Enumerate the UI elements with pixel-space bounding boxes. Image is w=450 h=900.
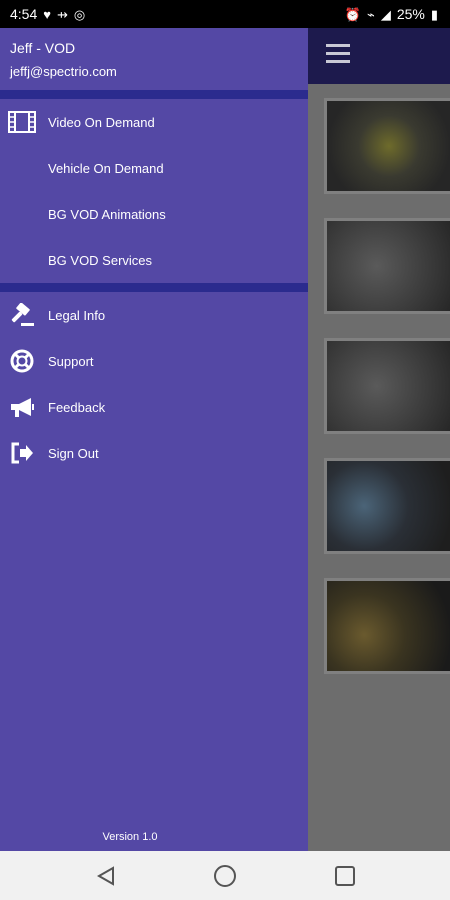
section-divider (0, 90, 308, 99)
nav-item-bg-vod-animations[interactable]: BG VOD Animations (0, 191, 308, 237)
signal-icon: ◢ (380, 6, 391, 22)
navigation-drawer: Jeff - VOD jeffj@spectrio.com Video On D… (0, 28, 308, 851)
nav-item-feedback[interactable]: Feedback (0, 384, 308, 430)
lifebuoy-icon (8, 349, 36, 373)
data-saver-icon: ◎ (73, 6, 86, 22)
video-thumbnail[interactable] (324, 218, 450, 314)
usb-icon: ⇸ (56, 6, 68, 22)
nav-item-vehicle-on-demand[interactable]: Vehicle On Demand (0, 145, 308, 191)
nav-item-label: Video On Demand (48, 114, 155, 130)
nav-item-label: Feedback (48, 399, 106, 415)
battery-percent: 25% (396, 6, 425, 22)
video-thumbnail[interactable] (324, 98, 450, 194)
menu-icon[interactable] (326, 44, 350, 64)
nav-item-label: Sign Out (48, 445, 99, 461)
film-icon (8, 110, 36, 134)
recents-icon[interactable] (332, 863, 358, 889)
drawer-header: Jeff - VOD jeffj@spectrio.com (0, 28, 308, 90)
user-email: jeffj@spectrio.com (10, 64, 117, 79)
nav-item-bg-vod-services[interactable]: BG VOD Services (0, 237, 308, 283)
nav-item-label: Vehicle On Demand (48, 160, 164, 176)
status-time: 4:54 (10, 6, 38, 22)
gavel-icon (8, 303, 36, 327)
battery-icon: ▮ (430, 6, 438, 22)
drawer-section-account: Legal Info Support Feedback Sign Out (0, 292, 308, 476)
nav-item-sign-out[interactable]: Sign Out (0, 430, 308, 476)
user-name: Jeff - VOD (10, 40, 76, 56)
vibrate-icon: ⌁ (366, 6, 375, 22)
nav-item-label: BG VOD Animations (48, 206, 166, 222)
nav-item-support[interactable]: Support (0, 338, 308, 384)
nav-item-legal-info[interactable]: Legal Info (0, 292, 308, 338)
nav-item-label: Support (48, 353, 94, 369)
home-icon[interactable] (212, 863, 238, 889)
back-icon[interactable] (93, 863, 119, 889)
heart-notification-icon: ♥ (43, 6, 51, 22)
nav-item-label: BG VOD Services (48, 252, 153, 268)
app-version: Version 1.0 (102, 831, 158, 843)
nav-item-video-on-demand[interactable]: Video On Demand (0, 99, 308, 145)
section-divider (0, 283, 308, 292)
system-navigation-bar (0, 851, 450, 900)
nav-item-label: Legal Info (48, 307, 106, 323)
video-thumbnail[interactable] (324, 338, 450, 434)
video-thumbnail[interactable] (324, 458, 450, 554)
alarm-icon: ⏰ (344, 6, 361, 22)
drawer-section-content: Video On Demand Vehicle On Demand BG VOD… (0, 99, 308, 283)
sign-out-icon (8, 441, 36, 465)
video-thumbnail[interactable] (324, 578, 450, 674)
megaphone-icon (8, 395, 36, 419)
status-bar: 4:54 ♥ ⇸ ◎ ⏰ ⌁ ◢ 25% ▮ (0, 0, 450, 28)
